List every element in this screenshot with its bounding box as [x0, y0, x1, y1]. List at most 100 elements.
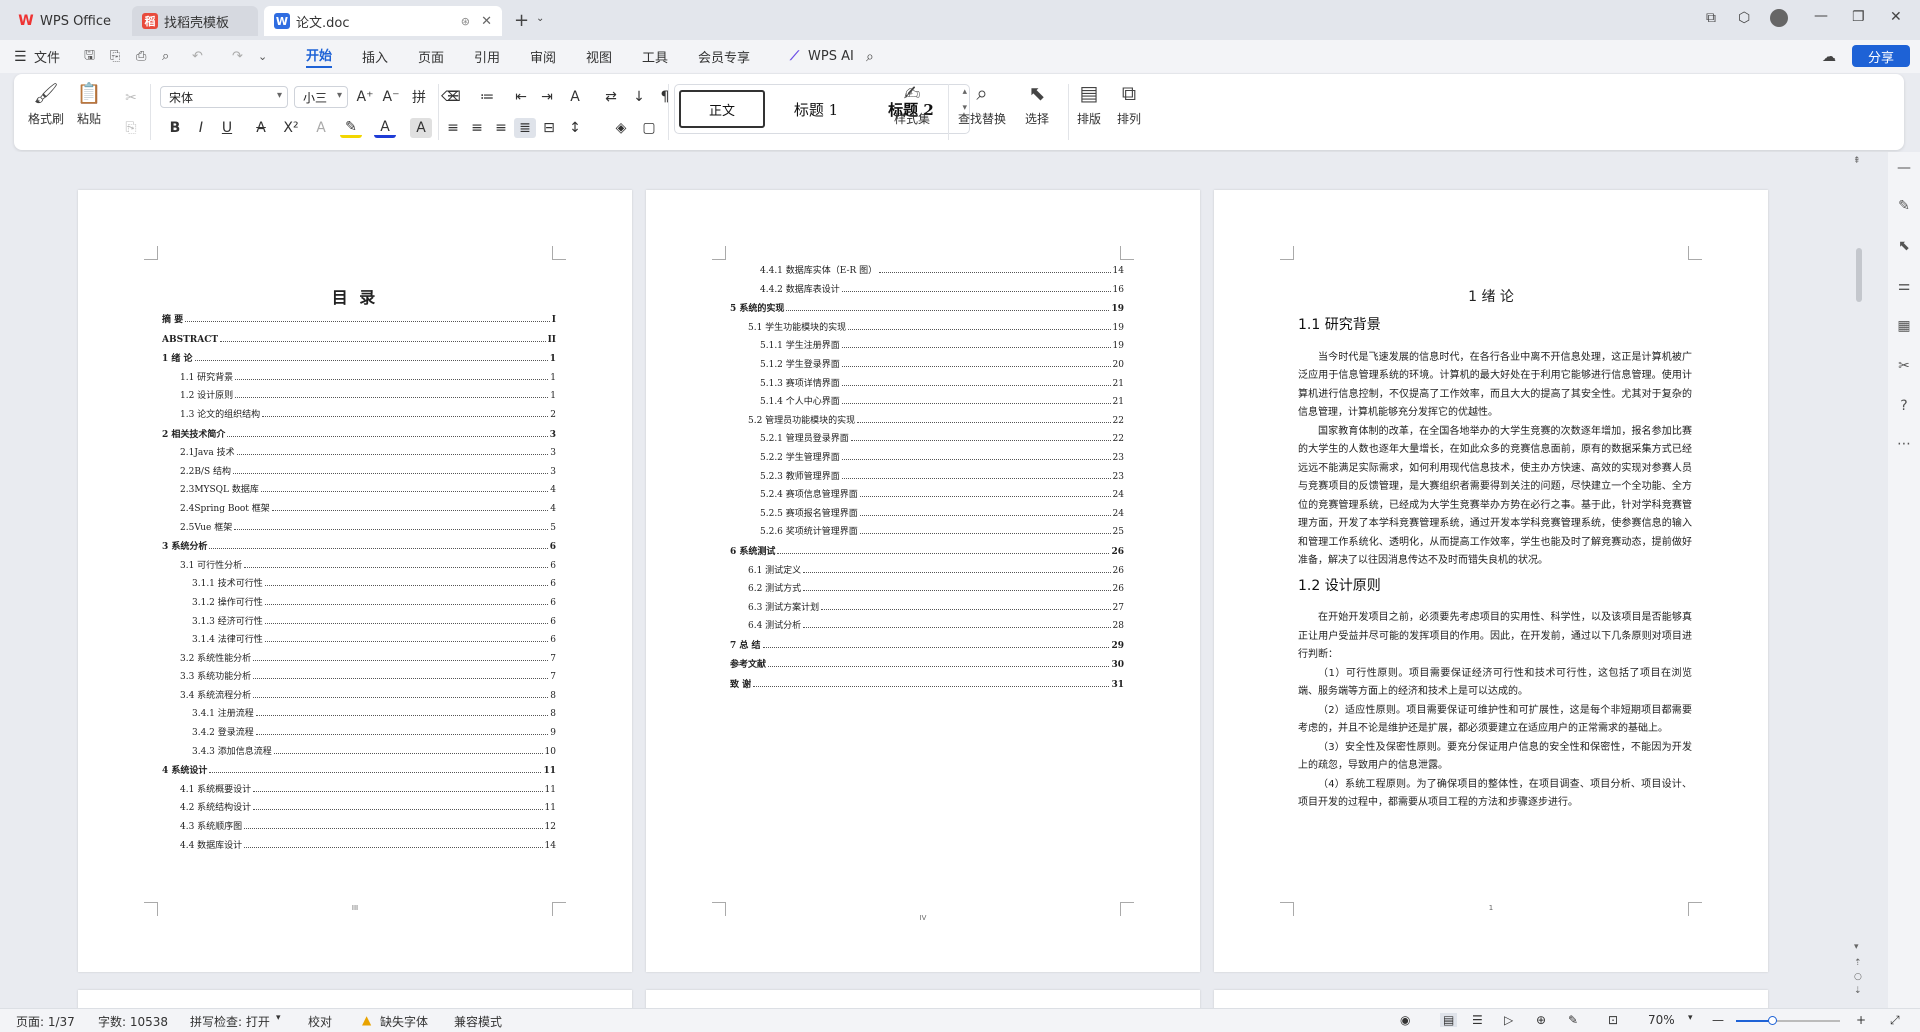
- zoom-in-icon[interactable]: +: [1856, 1013, 1866, 1027]
- show-marks-icon[interactable]: ¶: [654, 87, 676, 107]
- increase-indent-icon[interactable]: ⇥: [536, 87, 558, 107]
- toc-entry[interactable]: 3.4.1 注册流程 8: [162, 705, 556, 724]
- arrange-button[interactable]: ⧉ 排列: [1116, 80, 1142, 127]
- next-page-icon[interactable]: ⇣: [1854, 986, 1862, 996]
- help-icon[interactable]: ?: [1894, 396, 1914, 416]
- cut-icon[interactable]: ✂: [120, 88, 142, 108]
- numbered-list-icon[interactable]: ≔: [476, 87, 498, 107]
- select-pointer-icon[interactable]: ⬉: [1894, 236, 1914, 256]
- toc-entry[interactable]: 2 相关技术简介 3: [162, 426, 556, 445]
- minimize-icon[interactable]: —: [1814, 8, 1828, 24]
- page-chapter-1[interactable]: 1 绪 论 1.1 研究背景 当今时代是飞速发展的信息时代，在各行各业中离不开信…: [1214, 190, 1768, 972]
- tab-page[interactable]: 页面: [418, 47, 444, 66]
- font-name-select[interactable]: 宋体 ▾: [160, 86, 288, 108]
- borders-icon[interactable]: ▢: [638, 118, 660, 138]
- close-tab-icon[interactable]: ✕: [481, 14, 492, 29]
- pin-icon[interactable]: ⊛: [461, 15, 470, 28]
- toc-entry[interactable]: 5.2.4 赛项信息管理界面 24: [730, 486, 1124, 505]
- zoom-slider[interactable]: [1736, 1016, 1840, 1025]
- fullscreen-icon[interactable]: ⤢: [1890, 1013, 1900, 1028]
- word-count[interactable]: 字数: 10538: [98, 1013, 168, 1030]
- toc-entry[interactable]: 1.1 研究背景 1: [162, 369, 556, 388]
- avatar[interactable]: [1770, 9, 1788, 27]
- page-count[interactable]: 页面: 1/37: [16, 1013, 75, 1030]
- toc-entry[interactable]: 3.4 系统流程分析 8: [162, 687, 556, 706]
- pen-icon[interactable]: ✎: [1894, 196, 1914, 216]
- toc-entry[interactable]: 4.4 数据库设计 14: [162, 837, 556, 856]
- page-view-icon[interactable]: ▤: [1440, 1013, 1458, 1027]
- restore-icon[interactable]: ❐: [1852, 9, 1865, 25]
- style-set-button[interactable]: ✍ 样式集: [894, 80, 930, 127]
- style-heading1[interactable]: 标题 1: [771, 90, 861, 128]
- highlight-icon[interactable]: ✎: [340, 118, 362, 138]
- close-window-icon[interactable]: ✕: [1890, 9, 1902, 25]
- text-direction-icon[interactable]: ⇄: [600, 87, 622, 107]
- form-icon[interactable]: ▦: [1894, 316, 1914, 336]
- line-spacing-icon[interactable]: ↕: [564, 118, 586, 138]
- toc-entry[interactable]: 4.1 系统概要设计 11: [162, 781, 556, 800]
- vertical-scrollbar[interactable]: ⇞ ▾ ⇡ ○ ⇣: [1852, 152, 1866, 1008]
- print-preview-icon[interactable]: ⌕: [162, 49, 169, 64]
- align-left-icon[interactable]: ≡: [442, 118, 464, 138]
- redo-icon[interactable]: ↷: [232, 49, 243, 64]
- copy-icon[interactable]: ⎘: [120, 118, 142, 138]
- page-toc-1[interactable]: 目 录 摘 要 I ABSTRACT II 1 绪 论 1 1.1 研究背景 1 1.2 设计原…: [78, 190, 632, 972]
- decrease-indent-icon[interactable]: ⇤: [510, 87, 532, 107]
- scroll-top-icon[interactable]: ⇞: [1853, 156, 1861, 166]
- tab-view[interactable]: 视图: [586, 47, 612, 66]
- toc-entry[interactable]: 5.1.2 学生登录界面 20: [730, 356, 1124, 375]
- toc-entry[interactable]: 5.1.1 学生注册界面 19: [730, 337, 1124, 356]
- scrollbar-thumb[interactable]: [1856, 248, 1862, 302]
- proofread-button[interactable]: 校对: [308, 1013, 332, 1030]
- phonetic-icon[interactable]: 拼: [408, 87, 430, 107]
- cloud-sync-icon[interactable]: ☁: [1822, 49, 1836, 65]
- layout-button[interactable]: ▤ 排版: [1076, 80, 1102, 127]
- zoom-slider-thumb[interactable]: [1768, 1016, 1777, 1025]
- adjust-icon[interactable]: ⚌: [1894, 276, 1914, 296]
- toc-entry[interactable]: 5 系统的实现 19: [730, 300, 1124, 319]
- toc-entry[interactable]: 3.2 系统性能分析 7: [162, 650, 556, 669]
- underline-icon[interactable]: U: [216, 118, 238, 138]
- toc-entry[interactable]: 6.2 测试方式 26: [730, 580, 1124, 599]
- zoom-out-icon[interactable]: —: [1712, 1013, 1724, 1027]
- tab-document[interactable]: W 论文.doc ⊛ ✕: [264, 6, 502, 36]
- toc-entry[interactable]: 6.3 测试方案计划 27: [730, 599, 1124, 618]
- save-icon[interactable]: 🖫: [84, 46, 95, 68]
- align-right-icon[interactable]: ≡: [490, 118, 512, 138]
- text-effect-icon[interactable]: A: [310, 118, 332, 138]
- align-center-icon[interactable]: ≡: [466, 118, 488, 138]
- page-toc-2[interactable]: 4.4.1 数据库实体（E-R 图） 14 4.4.2 数据库表设计 16 5 系统的实…: [646, 190, 1200, 972]
- toc-entry[interactable]: 2.5Vue 框架 5: [162, 519, 556, 538]
- select-button[interactable]: ⬉ 选择: [1024, 80, 1050, 127]
- style-normal[interactable]: 正文: [679, 90, 765, 128]
- toc-entry[interactable]: 6.4 测试分析 28: [730, 617, 1124, 636]
- toc-entry[interactable]: 4.3 系统顺序图 12: [162, 818, 556, 837]
- toc-entry[interactable]: 参考文献 30: [730, 656, 1124, 675]
- export-icon[interactable]: ⎘: [110, 49, 120, 64]
- toc-entry[interactable]: 3.1 可行性分析 6: [162, 557, 556, 576]
- undo-icon[interactable]: ↶: [192, 49, 203, 64]
- fit-page-icon[interactable]: ⊡: [1608, 1013, 1618, 1027]
- toc-entry[interactable]: 5.1.3 赛项详情界面 21: [730, 375, 1124, 394]
- toc-entry[interactable]: ABSTRACT II: [162, 331, 556, 350]
- toc-entry[interactable]: 3.4.2 登录流程 9: [162, 724, 556, 743]
- toc-entry[interactable]: 1.3 论文的组织结构 2: [162, 406, 556, 425]
- italic-icon[interactable]: I: [190, 118, 212, 138]
- browse-object-icon[interactable]: ○: [1854, 972, 1862, 982]
- format-painter-button[interactable]: 🖌 格式刷: [28, 80, 64, 127]
- toc-entry[interactable]: 2.4Spring Boot 框架 4: [162, 500, 556, 519]
- toc-entry[interactable]: 3 系统分析 6: [162, 538, 556, 557]
- tab-template[interactable]: 稻 找稻壳模板: [132, 6, 258, 36]
- bold-icon[interactable]: B: [164, 118, 186, 138]
- toc-entry[interactable]: 3.4.3 添加信息流程 10: [162, 743, 556, 762]
- toc-entry[interactable]: 2.1Java 技术 3: [162, 444, 556, 463]
- toc-entry[interactable]: 3.1.1 技术可行性 6: [162, 575, 556, 594]
- document-canvas[interactable]: 目 录 摘 要 I ABSTRACT II 1 绪 论 1 1.1 研究背景 1 1.2 设计原…: [0, 152, 1920, 1008]
- sort-icon[interactable]: ↓: [628, 87, 650, 107]
- hamburger-icon[interactable]: ☰: [14, 49, 27, 65]
- toc-entry[interactable]: 5.2.2 学生管理界面 23: [730, 449, 1124, 468]
- grow-font-icon[interactable]: A⁺: [354, 87, 376, 107]
- font-size-select[interactable]: 小三 ▾: [294, 86, 348, 108]
- toc-entry[interactable]: 1.2 设计原则 1: [162, 387, 556, 406]
- spell-check[interactable]: 拼写检查: 打开: [190, 1013, 270, 1030]
